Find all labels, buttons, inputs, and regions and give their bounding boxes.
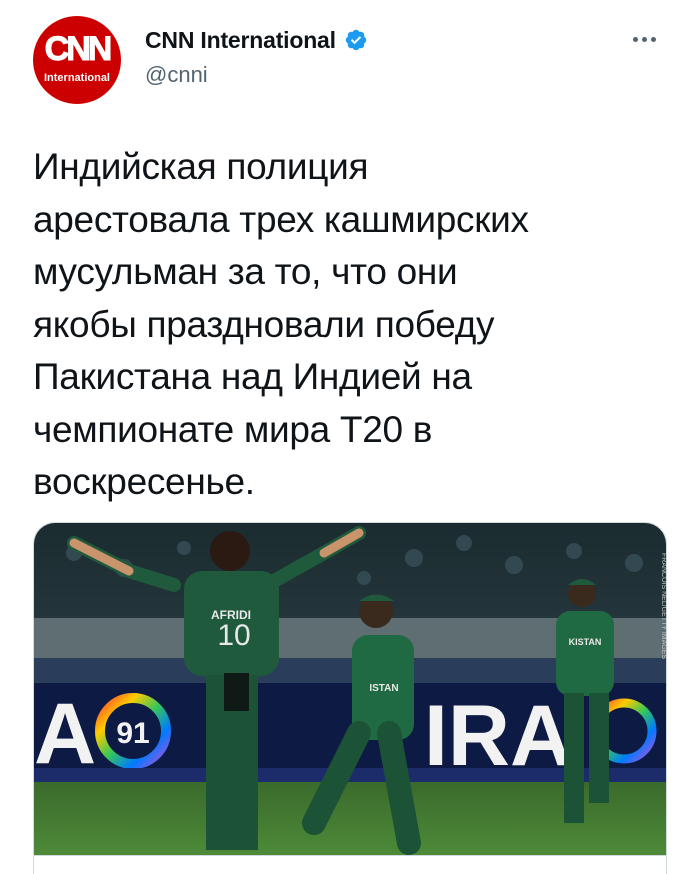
photo-credit-text: FRANCOIS NEL/GETTY IMAGES xyxy=(660,553,667,659)
more-options-icon[interactable] xyxy=(624,24,664,54)
billboard-badge-text: 91 xyxy=(116,717,149,750)
author-avatar[interactable]: CNN International xyxy=(33,16,121,104)
more-dot xyxy=(650,36,656,42)
tweet-text: Индийская полиция арестовала трех кашмир… xyxy=(33,146,529,502)
verified-badge-icon xyxy=(345,29,367,51)
billboard-text-left: A xyxy=(34,686,96,782)
cnn-logo-text: CNN xyxy=(44,30,113,69)
author-display-name: CNN International xyxy=(145,26,336,53)
card-footer xyxy=(34,855,666,874)
card-photo-cricket-players: A 91 IRA AFRIDI 10 ISTAN KISTAN FRANCOIS… xyxy=(34,523,667,855)
jersey-text-2: ISTAN xyxy=(369,683,398,694)
jersey-text-3: KISTAN xyxy=(569,637,602,647)
link-preview-card[interactable]: A 91 IRA AFRIDI 10 ISTAN KISTAN FRANCOIS… xyxy=(33,522,667,874)
more-dot xyxy=(641,36,647,42)
author-handle[interactable]: @cnni xyxy=(145,62,368,88)
cnn-logo-subtitle: International xyxy=(43,72,110,84)
more-dot xyxy=(632,36,638,42)
author-name-link[interactable]: CNN International xyxy=(145,26,368,54)
author-names: CNN International @cnni xyxy=(145,26,368,88)
tweet-header: CNN International CNN International @cnn… xyxy=(0,0,700,120)
jersey-number-text: 10 xyxy=(217,619,250,652)
